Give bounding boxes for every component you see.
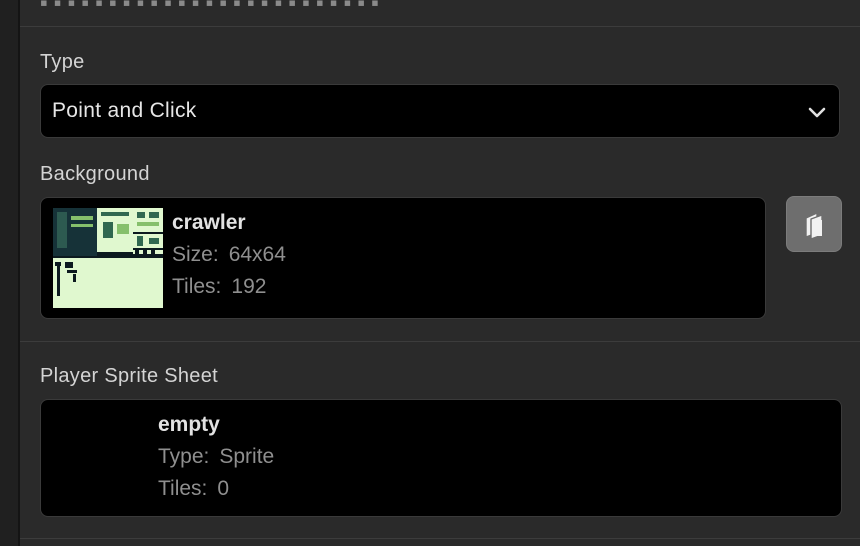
type-select[interactable]: Point and Click <box>40 84 840 138</box>
background-tiles-label: Tiles: <box>172 275 222 298</box>
player-sprite-type-row: Type: Sprite <box>158 441 274 473</box>
player-sprite-tiles-row: Tiles: 0 <box>158 473 274 505</box>
player-sprite-type-label: Type: <box>158 445 210 468</box>
background-name: crawler <box>172 211 246 234</box>
background-label: Background <box>40 163 150 185</box>
player-sprite-tiles-value: 0 <box>217 477 230 500</box>
player-sprite-info: empty Type: Sprite Tiles: 0 <box>158 409 274 505</box>
background-size-value: 64x64 <box>228 243 286 266</box>
left-scroll-rail[interactable] <box>0 0 20 546</box>
app-window: ▪▪▪▪▪▪▪▪▪▪▪▪▪▪▪▪▪▪▪▪▪▪▪▪▪ Type Point and… <box>0 0 860 546</box>
type-select-value: Point and Click <box>52 99 197 122</box>
background-select-card[interactable]: crawler Size: 64x64 Tiles: 192 <box>40 197 766 319</box>
section-divider-top <box>20 26 860 27</box>
cutoff-section-header: ▪▪▪▪▪▪▪▪▪▪▪▪▪▪▪▪▪▪▪▪▪▪▪▪▪ <box>40 0 385 6</box>
section-divider-middle <box>20 341 860 342</box>
section-divider-bottom <box>20 538 860 539</box>
layers-icon <box>805 212 823 240</box>
chevron-down-icon <box>808 107 826 118</box>
background-tiles-row: Tiles: 192 <box>172 271 286 303</box>
player-sprite-select-card[interactable]: empty Type: Sprite Tiles: 0 <box>40 399 842 517</box>
player-sprite-tiles-label: Tiles: <box>158 477 208 500</box>
player-sprite-name: empty <box>158 413 220 436</box>
background-thumbnail <box>53 208 163 308</box>
background-size-row: Size: 64x64 <box>172 239 286 271</box>
player-sprite-sheet-label: Player Sprite Sheet <box>40 365 219 387</box>
type-label: Type <box>40 51 85 73</box>
background-info: crawler Size: 64x64 Tiles: 192 <box>172 207 286 303</box>
background-layers-button[interactable] <box>786 196 842 252</box>
background-tiles-value: 192 <box>231 275 267 298</box>
background-size-label: Size: <box>172 243 219 266</box>
player-sprite-type-value: Sprite <box>219 445 275 468</box>
